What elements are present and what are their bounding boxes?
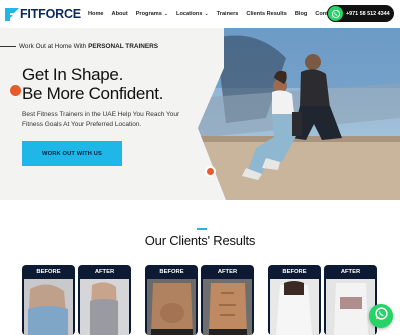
floating-whatsapp-button[interactable] [369,304,393,328]
main-menu: Home About Programs ⌄ Locations ⌄ Trainers… [88,0,344,28]
result-card-after-2[interactable]: AFTER [201,265,254,335]
hero-headline: Get In Shape. Be More Confident. [22,65,163,103]
logo-text-force: FORCE [38,6,81,21]
nav-item-programs[interactable]: Programs ⌄ [136,11,168,17]
subtitle-prefix: Work Out at Home With [19,42,87,50]
logo-text-fit: FIT [20,6,39,21]
nav-item-blog[interactable]: Blog [295,11,307,17]
hero-subtitle: Work Out at Home With PERSONAL TRAINERS [0,41,158,51]
client-before-photo [147,279,196,335]
fitforce-logo-icon [4,6,20,22]
whatsapp-icon [328,6,343,21]
result-card-before-3[interactable]: BEFORE [268,265,321,335]
work-out-with-us-button[interactable]: WORK OUT WITH US [22,141,122,166]
client-after-photo [203,279,252,335]
top-navigation-bar: FITFORCE Home About Programs ⌄ Locations ⌄… [0,0,400,28]
client-before-photo [270,279,319,335]
hero-photo-trainer-and-client [196,28,400,200]
headline-line-2: Be More Confident. [22,84,164,103]
client-after-photo [80,279,129,335]
card-label: BEFORE [282,269,307,275]
nav-item-about[interactable]: About [112,11,128,17]
headline-line-1: Get In Shape. [22,65,124,84]
hero-description: Best Fitness Trainers in the UAE Help Yo… [22,111,180,128]
nav-item-home[interactable]: Home [88,11,104,17]
subtitle-divider-line [0,45,16,47]
result-card-before-2[interactable]: BEFORE [145,265,198,335]
hero-section: Work Out at Home With PERSONAL TRAINERS … [0,28,400,200]
chevron-down-icon: ⌄ [204,11,209,17]
whatsapp-contact-button[interactable]: +971 58 512 4344 [327,5,394,22]
client-before-photo [24,279,73,335]
nav-item-locations[interactable]: Locations ⌄ [176,11,209,17]
card-label: BEFORE [159,269,184,275]
section-accent-line [197,228,207,230]
fitforce-logo[interactable]: FITFORCE [4,5,81,23]
decorative-badge-icon [10,85,21,96]
card-label: AFTER [340,269,361,275]
results-section-title: Our Clients' Results [144,233,256,248]
decorative-badge-icon [205,166,216,177]
subtitle-bold: PERSONAL TRAINERS [88,42,158,50]
result-card-after-3[interactable]: AFTER [324,265,377,335]
card-label: BEFORE [36,269,61,275]
whatsapp-icon [374,306,389,326]
card-label: AFTER [94,269,115,275]
whatsapp-phone-number: +971 58 512 4344 [346,10,390,17]
nav-item-trainers[interactable]: Trainers [217,11,239,17]
result-card-before-1[interactable]: BEFORE [22,265,75,335]
result-card-after-1[interactable]: AFTER [78,265,131,335]
card-label: AFTER [217,269,238,275]
nav-item-clients-results[interactable]: Clients Results [246,11,286,17]
client-after-photo [326,279,375,335]
chevron-down-icon: ⌄ [163,11,169,17]
